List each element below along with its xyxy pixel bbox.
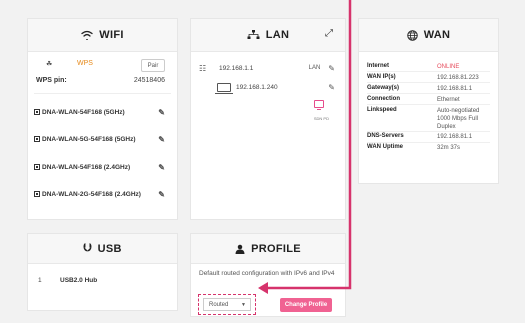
divider: [34, 93, 171, 94]
ssid-label: DNA-WLAN-2G-54F168 (2.4GHz): [42, 190, 141, 198]
wifi-icon: [81, 30, 93, 40]
wan-key: DNS-Servers: [367, 133, 404, 140]
wan-value: ONLINE: [437, 63, 460, 70]
edit-icon[interactable]: ✎: [158, 190, 165, 199]
usb-row: 1 USB2.0 Hub: [38, 277, 167, 284]
chevron-down-icon: ▼: [241, 301, 246, 308]
wan-row: Internet ONLINE: [367, 61, 490, 72]
lan-header: LAN: [191, 19, 345, 52]
wan-value: Auto-negotiated 1000 Mbps Full Duplex: [437, 107, 480, 130]
ssid-icon: [34, 164, 40, 170]
wan-value: Ethernet: [437, 96, 460, 103]
ssid-icon: [34, 191, 40, 197]
ssid-label: DNA-WLAN-5G-54F168 (5GHz): [42, 135, 136, 143]
wan-row: DNS-Servers 192.168.81.1: [367, 132, 490, 143]
wan-row: WAN Uptime 32m 37s: [367, 143, 490, 154]
wan-value: 192.168.81.223: [437, 74, 479, 81]
ssid-item[interactable]: DNA-WLAN-54F168 (5GHz) ✎: [34, 106, 165, 118]
pair-button[interactable]: Pair: [141, 59, 165, 72]
lan-row: 192.168.1.240 ✎: [199, 80, 335, 94]
usb-device-name: USB2.0 Hub: [60, 277, 98, 284]
edit-icon[interactable]: ✎: [328, 83, 335, 92]
wan-card: WAN Internet ONLINE WAN IP(s) 192.168.81…: [358, 18, 499, 184]
user-icon: [235, 244, 245, 254]
edit-icon[interactable]: ✎: [158, 163, 165, 172]
wifi-header: WIFI: [28, 19, 177, 52]
profile-select[interactable]: Routed ▼: [203, 298, 251, 311]
wan-key: Connection: [367, 95, 400, 102]
wps-pin-row: WPS pin: 24518406: [36, 77, 165, 84]
wifi-card: WIFI ☘ WPS Pair WPS pin: 24518406 DNA-WL…: [27, 18, 178, 220]
device-icon[interactable]: [314, 100, 324, 110]
monitor-icon: [215, 82, 233, 94]
wan-table: Internet ONLINE WAN IP(s) 192.168.81.223…: [367, 61, 490, 154]
ssid-icon: [34, 109, 40, 115]
wps-pin-value: 24518406: [133, 77, 165, 84]
lan-ip: 192.168.1.240: [236, 83, 278, 91]
profile-description: Default routed configuration with IPv6 a…: [199, 270, 335, 277]
ssid-item[interactable]: DNA-WLAN-5G-54F168 (5GHz) ✎: [34, 133, 165, 145]
edit-icon[interactable]: ✎: [158, 135, 165, 144]
wps-row: ☘ WPS Pair: [42, 59, 165, 72]
ssid-item[interactable]: DNA-WLAN-54F168 (2.4GHz) ✎: [34, 161, 165, 173]
usb-icon: ⮋: [83, 242, 92, 254]
profile-title: PROFILE: [251, 242, 301, 255]
wan-value: 192.168.81.1: [437, 134, 473, 141]
wan-row: Connection Ethernet: [367, 94, 490, 105]
wan-row: Gateway(s) 192.168.81.1: [367, 83, 490, 94]
wps-pin-label: WPS pin:: [36, 77, 67, 84]
wan-key: Gateway(s): [367, 84, 400, 91]
wan-header: WAN: [359, 19, 498, 52]
wan-row: Linkspeed Auto-negotiated 1000 Mbps Full…: [367, 105, 490, 132]
profile-header: PROFILE: [191, 234, 345, 264]
lan-row: ☷ 192.168.1.1 LAN ✎: [199, 61, 335, 75]
edit-icon[interactable]: ✎: [328, 64, 335, 73]
wan-value: 32m 37s: [437, 145, 461, 152]
lan-tag: LAN: [308, 65, 321, 71]
expand-icon[interactable]: ⤢: [325, 28, 333, 39]
lan-ip: 192.168.1.1: [219, 64, 254, 72]
usb-card: ⮋ USB 1 USB2.0 Hub: [27, 233, 178, 311]
wan-row: WAN IP(s) 192.168.81.223: [367, 72, 490, 83]
device-sub-tag: SDN PD: [313, 116, 329, 121]
wan-key: Internet: [367, 62, 390, 69]
usb-title: USB: [97, 242, 122, 255]
wan-key: Linkspeed: [367, 106, 397, 113]
ssid-icon: [34, 136, 40, 142]
profile-select-value: Routed: [209, 301, 229, 308]
edit-icon[interactable]: ✎: [158, 108, 165, 117]
ssid-item[interactable]: DNA-WLAN-2G-54F168 (2.4GHz) ✎: [34, 188, 165, 200]
network-icon: ☷: [199, 63, 207, 73]
wan-value: 192.168.81.1: [437, 85, 473, 92]
network-icon: [247, 30, 260, 39]
wan-title: WAN: [423, 29, 451, 41]
usb-index: 1: [38, 277, 42, 284]
wan-key: WAN Uptime: [367, 144, 403, 151]
wps-label: WPS: [77, 60, 93, 67]
wifi-title: WIFI: [99, 29, 124, 41]
wan-key: WAN IP(s): [367, 73, 396, 80]
profile-card: PROFILE Default routed configuration wit…: [190, 233, 346, 317]
usb-header: ⮋ USB: [28, 234, 177, 264]
lan-title: LAN: [265, 29, 290, 41]
lan-card: LAN ⤢ ☷ 192.168.1.1 LAN ✎ 192.168.1.240 …: [190, 18, 346, 220]
ssid-label: DNA-WLAN-54F168 (5GHz): [42, 108, 125, 116]
globe-icon: [406, 29, 418, 41]
ssid-label: DNA-WLAN-54F168 (2.4GHz): [42, 163, 131, 171]
wps-icon: ☘: [46, 61, 53, 68]
change-profile-button[interactable]: Change Profile: [280, 298, 332, 312]
